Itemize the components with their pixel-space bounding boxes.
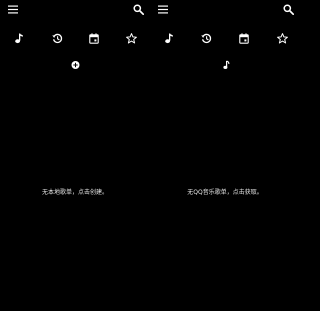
tab-favorites[interactable] xyxy=(126,33,137,44)
tab-music[interactable] xyxy=(14,33,24,44)
star-icon xyxy=(277,33,288,44)
tab-history[interactable] xyxy=(201,33,212,44)
tab-music[interactable] xyxy=(164,33,174,44)
music-note-icon xyxy=(15,33,23,44)
history-icon xyxy=(52,33,63,44)
menu-icon[interactable] xyxy=(8,5,18,14)
toolbar xyxy=(150,0,300,20)
left-pane: 无本地歌单，点击创建。 xyxy=(0,0,150,311)
qq-music-icon[interactable] xyxy=(222,60,231,70)
history-icon xyxy=(201,33,212,44)
music-note-icon xyxy=(165,33,173,44)
tab-history[interactable] xyxy=(52,33,63,44)
empty-playlist-message[interactable]: 无QQ音乐歌单，点击获取。 xyxy=(150,187,300,196)
add-circle-icon[interactable] xyxy=(71,60,80,70)
toolbar xyxy=(0,0,150,20)
search-icon[interactable] xyxy=(133,4,144,15)
tab-favorites[interactable] xyxy=(277,33,288,44)
right-pane: 无QQ音乐歌单，点击获取。 xyxy=(150,0,300,311)
star-icon xyxy=(126,33,137,44)
empty-playlist-message[interactable]: 无本地歌单，点击创建。 xyxy=(0,187,150,196)
tab-calendar[interactable] xyxy=(89,33,99,44)
calendar-icon xyxy=(89,33,99,44)
calendar-icon xyxy=(239,33,249,44)
menu-icon[interactable] xyxy=(158,5,168,14)
search-icon[interactable] xyxy=(283,4,294,15)
tab-calendar[interactable] xyxy=(239,33,249,44)
